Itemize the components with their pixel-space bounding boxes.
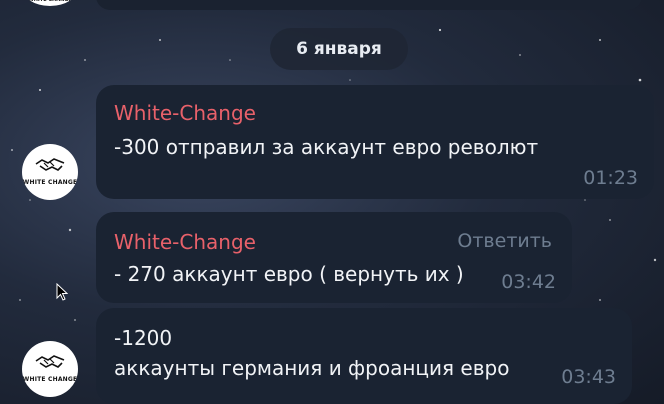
message-text: -1200 аккаунты германия и фроанция евро <box>114 326 510 380</box>
avatar-logo-text: WHITE CHANGE <box>22 179 78 186</box>
message-text: - 270 аккаунт евро ( вернуть их ) <box>114 262 464 286</box>
date-separator: 6 января <box>270 28 408 70</box>
message-time: 01:23 <box>583 167 638 189</box>
message-bubble[interactable]: White-Change -300 отправил за аккаунт ев… <box>96 85 654 199</box>
avatar[interactable]: WHITE CHANGE <box>22 341 78 397</box>
avatar[interactable]: WHITE CHANGE <box>22 144 78 200</box>
avatar-logo-text: WHITE CHANGE <box>22 376 78 383</box>
avatar[interactable]: WHITE CHANGE <box>22 0 78 6</box>
message-bubble[interactable]: -1200 аккаунты германия и фроанция евро … <box>96 308 632 404</box>
message-time: 03:43 <box>561 366 616 388</box>
message-bubble-previous[interactable] <box>96 0 642 10</box>
date-label: 6 января <box>296 39 382 59</box>
message-bubble[interactable]: White-Change Ответить - 270 аккаунт евро… <box>96 212 572 303</box>
reply-button[interactable]: Ответить <box>457 230 552 252</box>
sender-name[interactable]: White-Change <box>114 101 256 125</box>
mouse-cursor-icon <box>56 283 68 301</box>
message-text: -300 отправил за аккаунт евро револют <box>114 135 539 159</box>
avatar-logo-text: WHITE CHANGE <box>28 0 72 3</box>
sender-name[interactable]: White-Change <box>114 230 256 254</box>
handshake-icon <box>35 158 65 171</box>
handshake-icon <box>35 355 65 368</box>
message-time: 03:42 <box>501 271 556 293</box>
